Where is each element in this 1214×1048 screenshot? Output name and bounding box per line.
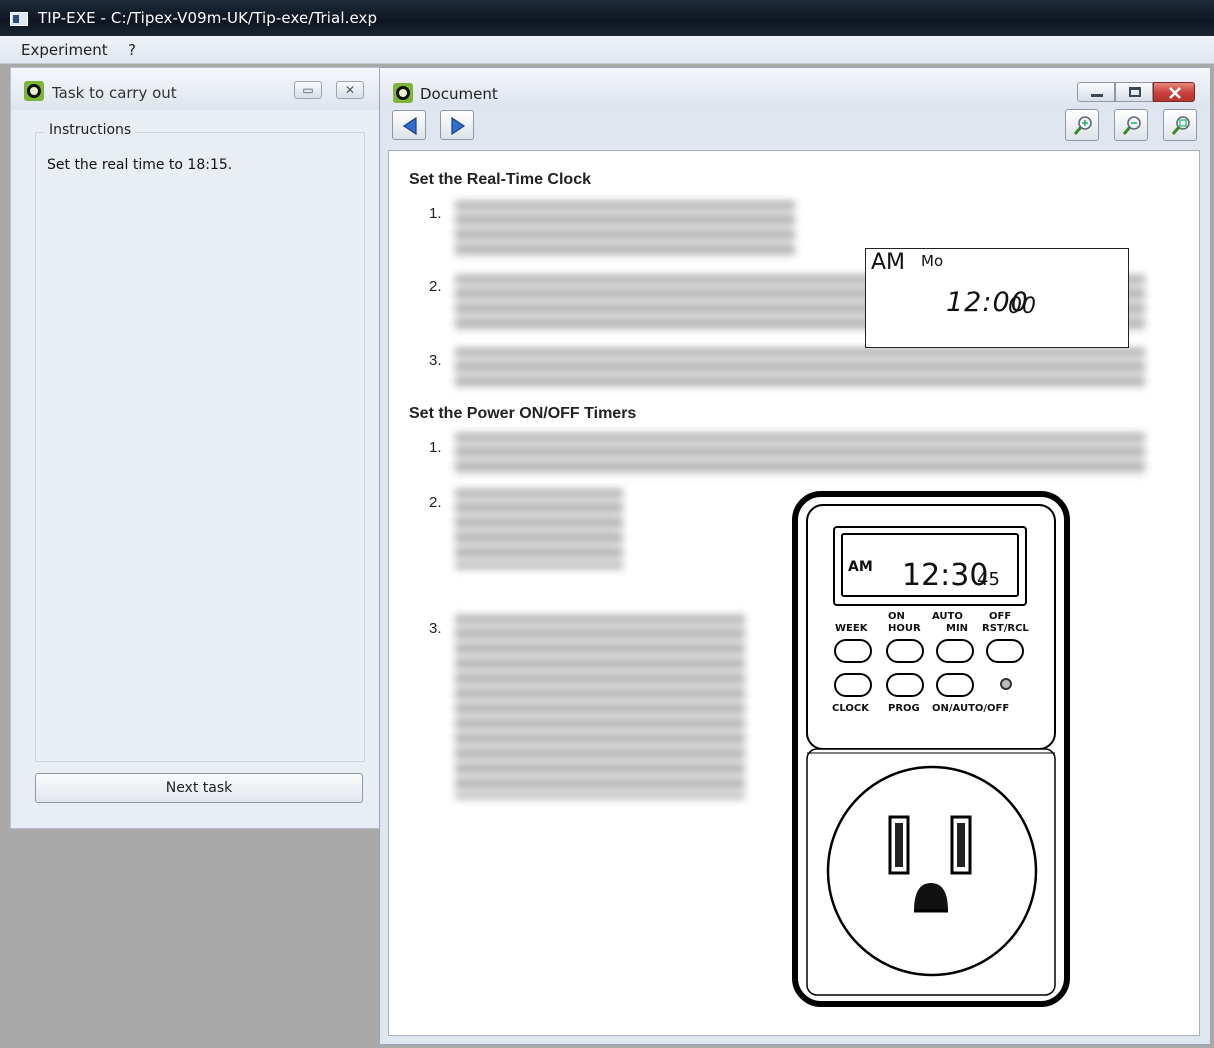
minimize-icon: [1091, 94, 1103, 97]
qtip-app-icon: [24, 81, 44, 101]
display-seconds: 00: [1008, 294, 1036, 319]
step-number: 1.: [429, 439, 442, 456]
heading-power-timers: Set the Power ON/OFF Timers: [409, 405, 637, 422]
label-off: OFF: [989, 611, 1012, 622]
qtip-app-icon: [393, 83, 413, 103]
document-pane-title: Document: [420, 85, 498, 103]
restore-button[interactable]: ▭: [294, 81, 322, 99]
menu-experiment[interactable]: Experiment: [21, 41, 108, 59]
app-icon: [10, 12, 28, 26]
task-pane: Task to carry out ▭ ✕ Instructions Set t…: [10, 67, 380, 829]
restore-icon: ▭: [302, 83, 314, 97]
zoom-fit-icon: [1171, 116, 1190, 135]
device-clock-button[interactable]: [834, 673, 872, 697]
step-text-blurred: [455, 433, 1145, 475]
minimize-button[interactable]: [1077, 82, 1115, 102]
label-hour: HOUR: [888, 623, 921, 634]
instructions-group: [35, 132, 365, 762]
clock-display: AM Mo 12:00 00: [865, 248, 1129, 348]
device-on-auto-off-button[interactable]: [936, 673, 974, 697]
step-number: 3.: [429, 620, 442, 637]
step-text-blurred: [455, 489, 623, 569]
label-min: MIN: [946, 623, 969, 634]
timer-device-illustration: AM 12:30 45 ON AUTO OFF WEEK HOUR MIN RS…: [792, 491, 1070, 1007]
task-text: Set the real time to 18:15.: [47, 157, 233, 173]
document-pane-header: Document: [380, 68, 1210, 108]
maximize-icon: [1129, 87, 1141, 97]
close-button[interactable]: ✕: [336, 81, 364, 99]
arrow-right-icon: [451, 116, 466, 136]
step-text-blurred: [455, 201, 795, 257]
task-pane-header: Task to carry out ▭ ✕: [11, 68, 379, 110]
device-rst-button[interactable]: [986, 639, 1024, 663]
label-prog: PROG: [888, 703, 920, 714]
window-controls: [1077, 82, 1195, 102]
window-title: TIP-EXE - C:/Tipex-V09m-UK/Tip-exe/Trial…: [38, 9, 378, 27]
label-on-auto-off: ON/AUTO/OFF: [932, 703, 1010, 714]
menu-help[interactable]: ?: [128, 41, 136, 59]
device-ampm: AM: [848, 559, 873, 575]
device-indicator-light: [1000, 678, 1012, 690]
zoom-out-icon: [1122, 116, 1141, 135]
close-icon: [1169, 87, 1181, 99]
zoom-out-button[interactable]: [1114, 109, 1148, 141]
back-button[interactable]: [392, 110, 426, 140]
device-week-button[interactable]: [834, 639, 872, 663]
device-hour-button[interactable]: [886, 639, 924, 663]
step-number: 2.: [429, 278, 442, 295]
label-on: ON: [888, 611, 905, 622]
document-pane: Document Set the Real-Time Clock 1. 2. 3…: [379, 67, 1211, 1045]
arrow-left-icon: [402, 116, 417, 136]
display-ampm: AM: [871, 250, 906, 275]
document-viewer[interactable]: Set the Real-Time Clock 1. 2. 3. AM Mo 1…: [388, 150, 1200, 1036]
zoom-in-button[interactable]: [1065, 109, 1099, 141]
step-number: 3.: [429, 352, 442, 369]
task-pane-title: Task to carry out: [52, 84, 177, 102]
label-rst-rcl: RST/RCL: [982, 623, 1029, 634]
next-task-button[interactable]: Next task: [35, 773, 363, 803]
label-clock: CLOCK: [832, 703, 869, 714]
display-day: Mo: [921, 252, 944, 270]
instructions-label: Instructions: [45, 122, 136, 138]
forward-button[interactable]: [440, 110, 474, 140]
step-text-blurred: [455, 348, 1145, 388]
zoom-fit-button[interactable]: [1163, 109, 1197, 141]
menu-bar: Experiment ?: [0, 36, 1214, 64]
title-bar: TIP-EXE - C:/Tipex-V09m-UK/Tip-exe/Trial…: [0, 0, 1214, 36]
step-text-blurred: [455, 615, 745, 799]
zoom-in-icon: [1073, 116, 1092, 135]
device-prog-button[interactable]: [886, 673, 924, 697]
device-seconds: 45: [977, 569, 1000, 590]
device-time: 12:30: [902, 558, 989, 593]
label-week: WEEK: [835, 623, 868, 634]
close-icon: ✕: [344, 83, 356, 97]
step-number: 2.: [429, 494, 442, 511]
device-min-button[interactable]: [936, 639, 974, 663]
heading-real-time-clock: Set the Real-Time Clock: [409, 171, 591, 188]
maximize-button[interactable]: [1115, 82, 1153, 102]
close-button[interactable]: [1153, 82, 1195, 102]
step-number: 1.: [429, 205, 442, 222]
label-auto: AUTO: [932, 611, 963, 622]
